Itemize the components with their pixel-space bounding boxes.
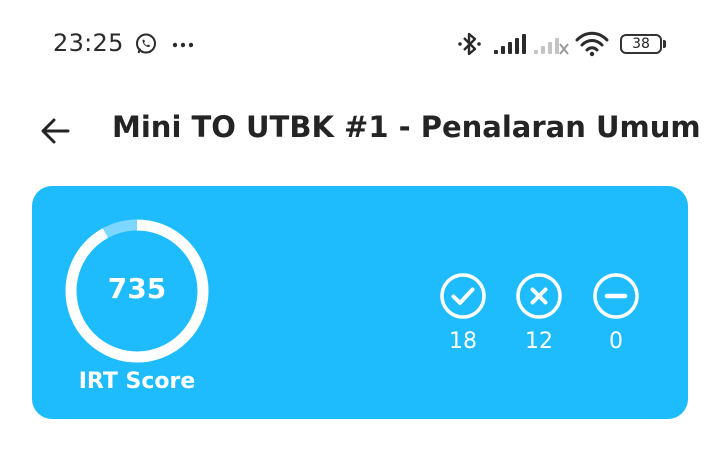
bluetooth-icon — [458, 32, 481, 56]
back-button[interactable] — [38, 113, 74, 149]
arrow-left-icon — [41, 118, 70, 144]
stat-empty: 0 — [586, 272, 646, 354]
whatsapp-icon — [136, 33, 156, 54]
wifi-icon — [575, 31, 609, 57]
wrong-count: 12 — [525, 329, 553, 354]
score-card: 735 IRT Score 18 12 0 — [32, 186, 688, 419]
status-time: 23:25 — [53, 29, 124, 57]
app-header: Mini TO UTBK #1 - Penalaran Umum — [0, 95, 719, 165]
more-dots-icon — [172, 42, 194, 48]
signal-icon — [494, 34, 526, 54]
irt-score-value: 735 — [107, 272, 167, 305]
status-bar: 23:25 38 — [0, 0, 719, 90]
stat-wrong: 12 — [509, 272, 569, 354]
battery-tip — [663, 40, 666, 48]
check-circle-icon — [440, 273, 486, 319]
minus-circle-icon — [593, 273, 639, 319]
battery-icon: 38 — [620, 34, 662, 54]
correct-count: 18 — [449, 329, 477, 354]
signal-no-service-icon — [534, 38, 569, 55]
page-title: Mini TO UTBK #1 - Penalaran Umum — [112, 110, 701, 144]
x-circle-icon — [516, 273, 562, 319]
stat-correct: 18 — [433, 272, 493, 354]
empty-count: 0 — [609, 329, 623, 354]
irt-score-label: IRT Score — [78, 369, 196, 394]
battery-level: 38 — [632, 36, 650, 52]
